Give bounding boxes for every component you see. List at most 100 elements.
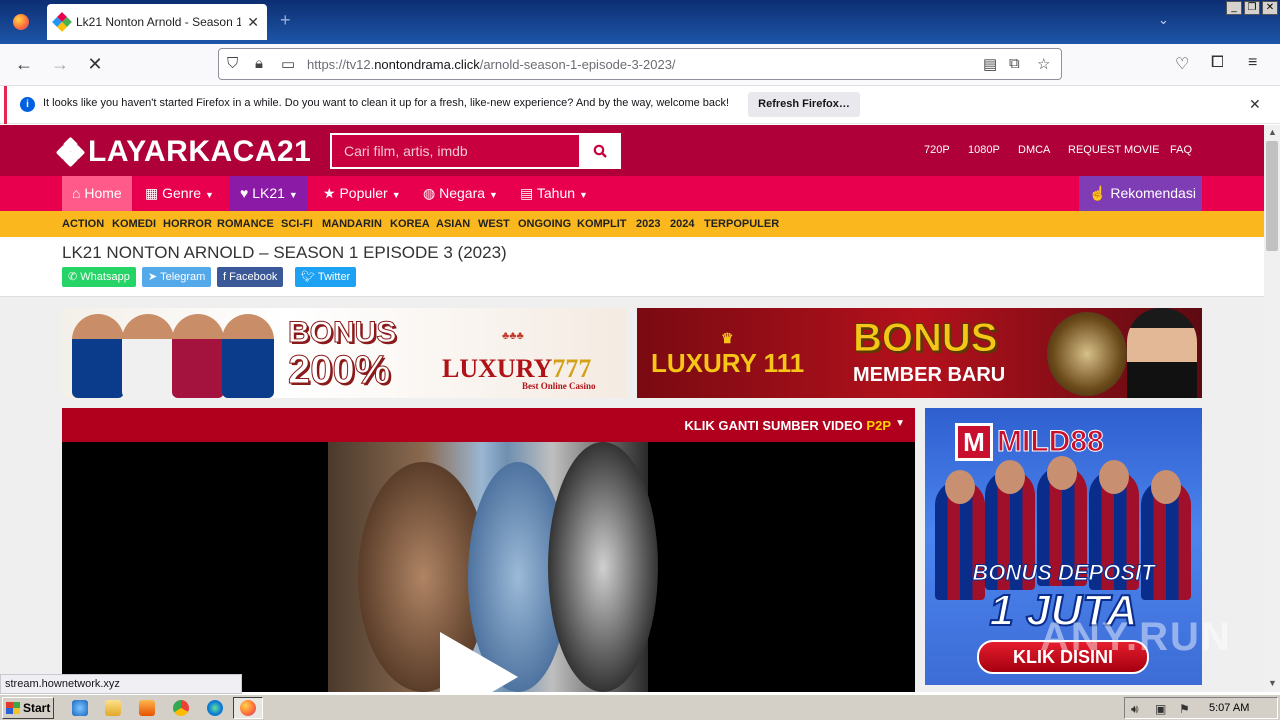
pocket-icon[interactable]: ♡ — [1175, 54, 1189, 74]
bookmark-star-icon[interactable]: ☆ — [1037, 55, 1050, 73]
start-label: Start — [23, 701, 51, 715]
menu-negara[interactable]: ◍ Negara ▼ — [413, 176, 508, 211]
internet-explorer-icon[interactable] — [72, 700, 88, 716]
volume-icon[interactable]: 🔊︎ — [1131, 702, 1139, 717]
menu-lk21-label: LK21 — [252, 185, 285, 201]
window-controls: _ ❐ ✕ — [1226, 1, 1278, 15]
network-icon[interactable]: ▣ — [1155, 702, 1166, 716]
mild88-logo: M MILD88 — [955, 423, 1104, 461]
address-bar[interactable]: ⛉ 🔒︎ ▭ https://tv12.nontondrama.click/ar… — [218, 48, 1062, 80]
scroll-thumb[interactable] — [1266, 141, 1278, 251]
tracking-shield-icon[interactable]: ⛉ — [227, 55, 238, 72]
web-page: LAYARKACA21 720P 1080P DMCA REQUEST MOVI… — [0, 125, 1264, 692]
video-source-bar[interactable]: KLIK GANTI SUMBER VIDEO P2P ▼ — [62, 408, 915, 442]
menu-home[interactable]: ⌂ Home — [62, 176, 132, 211]
category-link[interactable]: TERPOPULER — [704, 218, 779, 230]
share-label: Telegram — [160, 271, 206, 283]
start-button[interactable]: Start — [2, 697, 54, 719]
top-link-720p[interactable]: 720P — [924, 144, 950, 156]
notification-close-icon[interactable]: ✕ — [1249, 96, 1261, 113]
category-link[interactable]: 2024 — [670, 218, 694, 230]
share-twitter-button[interactable]: 🐦︎ Twitter — [295, 267, 357, 287]
category-link[interactable]: KOMPLIT — [577, 218, 627, 230]
search-icon — [593, 144, 607, 158]
category-link[interactable]: MANDARIN — [322, 218, 382, 230]
extensions-icon[interactable]: ⧠ — [1211, 54, 1224, 72]
action-center-flag-icon[interactable]: ⚑ — [1179, 702, 1190, 716]
picture-in-picture-icon[interactable]: ⧉ — [1009, 55, 1020, 72]
new-tab-button[interactable]: + — [280, 10, 291, 31]
browser-tab-strip: Lk21 Nonton Arnold - Season 1 Epi ✕ + ⌄ … — [0, 0, 1280, 44]
folder-icon[interactable] — [105, 700, 121, 716]
luxury777-ad-banner[interactable]: BONUS 200% ♣♣♣ LUXURY777 Best Online Cas… — [62, 308, 627, 398]
share-facebook-button[interactable]: f Facebook — [217, 267, 284, 287]
category-link[interactable]: WEST — [478, 218, 510, 230]
category-link[interactable]: ROMANCE — [217, 218, 274, 230]
list-all-tabs-icon[interactable]: ⌄ — [1158, 12, 1169, 28]
luxury111-ad-banner[interactable]: ♛ LUXURY 111 BONUS MEMBER BARU — [637, 308, 1202, 398]
site-logo[interactable]: LAYARKACA21 — [55, 135, 312, 169]
clock[interactable]: 5:07 AM — [1209, 702, 1249, 714]
menu-tahun[interactable]: ▤ Tahun ▼ — [510, 176, 598, 211]
menu-populer-label: Populer — [339, 185, 388, 201]
chevron-down-icon: ▼ — [489, 190, 498, 200]
category-link[interactable]: KOMEDI — [112, 218, 156, 230]
minimize-button[interactable]: _ — [1226, 1, 1242, 15]
media-player-icon[interactable] — [139, 700, 155, 716]
share-label: Facebook — [229, 271, 278, 283]
stop-loading-icon[interactable]: ✕ — [84, 54, 106, 75]
back-arrow-icon[interactable]: ← — [13, 54, 35, 75]
globe-icon: ◍ — [423, 185, 440, 201]
video-source-label[interactable]: KLIK GANTI SUMBER VIDEO P2P — [684, 418, 891, 433]
hamburger-menu-icon[interactable]: ≡ — [1248, 54, 1257, 72]
menu-genre[interactable]: ▦ Genre ▼ — [135, 176, 224, 211]
restore-button[interactable]: ❐ — [1244, 1, 1260, 15]
menu-populer[interactable]: ★ Populer ▼ — [313, 176, 411, 211]
category-link[interactable]: SCI-FI — [281, 218, 313, 230]
share-telegram-button[interactable]: ➤ Telegram — [142, 267, 212, 287]
play-button-icon[interactable] — [440, 632, 518, 692]
taskbar-firefox-active[interactable] — [233, 697, 263, 719]
tab-close-icon[interactable]: ✕ — [247, 14, 259, 31]
desktop: Lk21 Nonton Arnold - Season 1 Epi ✕ + ⌄ … — [0, 0, 1280, 720]
menu-negara-label: Negara — [439, 185, 486, 201]
ad-player-image — [222, 314, 274, 398]
star-icon: ★ — [323, 185, 340, 201]
reader-view-icon[interactable]: ▤ — [983, 55, 997, 73]
menu-rekomendasi[interactable]: ☝ Rekomendasi — [1079, 176, 1202, 211]
top-link-dmca[interactable]: DMCA — [1018, 144, 1050, 156]
search-input[interactable] — [332, 135, 579, 167]
search-field[interactable] — [330, 133, 579, 169]
category-link[interactable]: ACTION — [62, 218, 104, 230]
category-link[interactable]: ASIAN — [436, 218, 470, 230]
permissions-icon[interactable]: ▭ — [281, 55, 295, 73]
top-link-faq[interactable]: FAQ — [1170, 144, 1192, 156]
category-link[interactable]: KOREA — [390, 218, 430, 230]
video-player[interactable] — [62, 442, 915, 692]
category-link[interactable]: ONGOING — [518, 218, 571, 230]
firefox-menu-button[interactable] — [0, 0, 42, 44]
edge-icon[interactable] — [207, 700, 223, 716]
browser-tab-active[interactable]: Lk21 Nonton Arnold - Season 1 Epi ✕ — [47, 4, 267, 40]
search-button[interactable] — [579, 133, 621, 169]
top-link-1080p[interactable]: 1080P — [968, 144, 1000, 156]
scroll-up-icon[interactable]: ▲ — [1268, 127, 1277, 137]
category-link[interactable]: HORROR — [163, 218, 212, 230]
ad-percent-text: 200% — [287, 348, 391, 393]
ad-tagline: Best Online Casino — [522, 381, 596, 391]
share-whatsapp-button[interactable]: ✆ Whatsapp — [62, 267, 136, 287]
ad-subtext: MEMBER BARU — [853, 364, 1006, 386]
forward-arrow-icon[interactable]: → — [49, 54, 71, 75]
category-link[interactable]: 2023 — [636, 218, 660, 230]
scroll-down-icon[interactable]: ▼ — [1268, 678, 1277, 688]
refresh-firefox-notification: i It looks like you haven't started Fire… — [0, 86, 1280, 124]
lock-icon[interactable]: 🔒︎ — [255, 55, 263, 72]
menu-lk21[interactable]: ♥ LK21 ▼ — [230, 176, 308, 211]
top-link-request-movie[interactable]: REQUEST MOVIE — [1068, 144, 1159, 156]
refresh-firefox-button[interactable]: Refresh Firefox… — [748, 92, 860, 117]
page-scrollbar[interactable]: ▲ ▼ — [1264, 125, 1280, 692]
logo-text: LAYARKACA21 — [88, 135, 312, 168]
chrome-icon[interactable] — [173, 700, 189, 716]
url-text[interactable]: https://tv12.nontondrama.click/arnold-se… — [307, 57, 676, 72]
close-window-button[interactable]: ✕ — [1262, 1, 1278, 15]
